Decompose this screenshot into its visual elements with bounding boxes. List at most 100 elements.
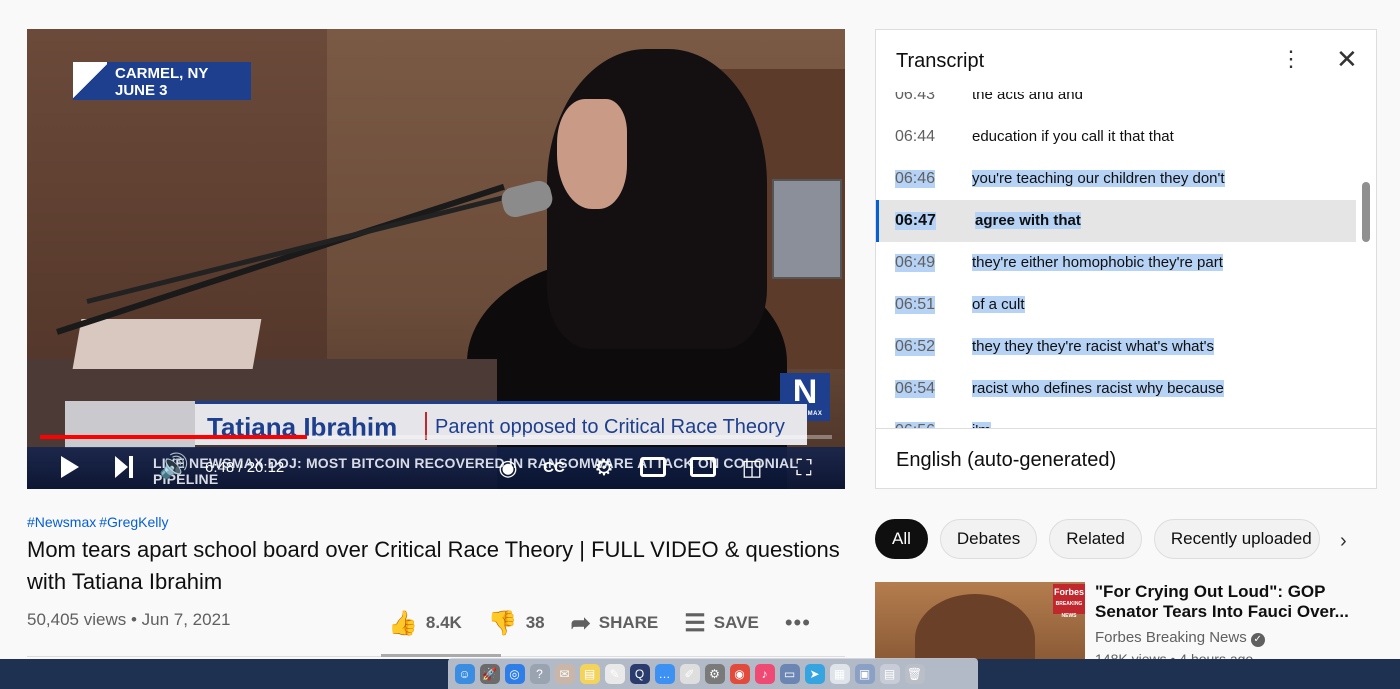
transcript-timestamp: 06:44 xyxy=(895,128,936,145)
time-current: 6:48 xyxy=(205,459,235,476)
share-button[interactable]: ➦ SHARE xyxy=(571,609,659,638)
youtube-watch-page: CARMEL, NY JUNE 3 N NEWSMAX Tatiana Ibra… xyxy=(0,0,1400,689)
transcript-timestamp: 06:51 xyxy=(895,296,936,314)
forbes-badge: Forbes BREAKING NEWS xyxy=(1053,584,1085,619)
progress-bar[interactable] xyxy=(40,435,832,439)
autoplay-icon[interactable]: ◉ xyxy=(493,453,523,483)
music-icon[interactable]: ♪ xyxy=(754,663,775,684)
transcript-row[interactable]: 06:47 agree with that xyxy=(876,200,1356,242)
recommendation-thumbnail[interactable]: Forbes BREAKING NEWS xyxy=(875,582,1085,662)
progress-played xyxy=(40,435,307,439)
transcript-list[interactable]: 06:43 the acts and and 06:44 education if y… xyxy=(876,92,1376,428)
transcript-row[interactable]: 06:52 they they they're racist what's wha… xyxy=(876,326,1356,368)
sentiment-bar xyxy=(381,654,501,657)
cast-icon[interactable]: ◫ xyxy=(737,453,767,483)
hashtag-link[interactable]: #GregKelly xyxy=(99,514,168,530)
telegram-icon[interactable]: ➤ xyxy=(804,663,825,684)
files-icon[interactable]: ▤ xyxy=(879,663,900,684)
transcript-text: racist who defines racist why because xyxy=(972,380,1224,397)
hashtag-link[interactable]: #Newsmax xyxy=(27,514,96,530)
transcript-timestamp: 06:47 xyxy=(895,212,936,230)
theater-icon[interactable] xyxy=(690,457,716,477)
transcript-scrollbar[interactable] xyxy=(1362,182,1370,242)
miniplayer-icon[interactable] xyxy=(640,457,666,477)
transcript-panel: Transcript ⋮ ✕ 06:43 the acts and and 06:4… xyxy=(875,29,1377,489)
notes-icon[interactable]: ▤ xyxy=(579,663,600,684)
more-actions-icon[interactable]: ••• xyxy=(785,610,811,636)
macos-dock: ☺ 🚀 ◎? ✉ ▤ ✎ Q… ✐ ⚙ ◉ ♪ ▭ ➤ ▦ ▣ ▤ 🗑 xyxy=(448,658,978,689)
transcript-text: education if you call it that that xyxy=(972,128,1174,145)
chevron-right-icon[interactable]: › xyxy=(1340,530,1347,553)
recommendation-channel[interactable]: Forbes Breaking News ✓ xyxy=(1095,629,1265,647)
transcript-text: they're either homophobic they're part xyxy=(972,254,1223,271)
transcript-text: agree with that xyxy=(975,212,1081,229)
transcript-title: Transcript xyxy=(896,50,985,72)
filter-chips: All Debates Related Recently uploaded xyxy=(875,519,1332,559)
transcript-text: they they they're racist what's what's xyxy=(972,338,1215,355)
video-title: Mom tears apart school board over Critic… xyxy=(27,537,840,594)
textedit-icon[interactable]: ✐ xyxy=(679,663,700,684)
transcript-row[interactable]: 06:49 they're either homophobic they're p… xyxy=(876,242,1356,284)
thumbs-down-icon: 👎 xyxy=(487,609,518,637)
like-button[interactable]: 👍 8.4K xyxy=(388,609,462,638)
help-icon[interactable]: ? xyxy=(529,663,550,684)
action-bar: 👍 8.4K 👎 38 ➦ SHARE ☰ SAVE ••• xyxy=(388,606,811,640)
trash-icon[interactable]: 🗑 xyxy=(904,663,925,684)
view-count: 50,405 views xyxy=(27,610,127,629)
kebab-menu-icon[interactable]: ⋮ xyxy=(1280,46,1302,72)
safari-icon[interactable]: ◎ xyxy=(504,663,525,684)
transcript-row[interactable]: 06:46 you're teaching our children they d… xyxy=(876,158,1356,200)
dislike-button[interactable]: 👎 38 xyxy=(488,609,545,638)
playlist-add-icon: ☰ xyxy=(684,609,706,637)
chip-all[interactable]: All xyxy=(875,519,928,559)
location-tag: CARMEL, NY JUNE 3 xyxy=(73,62,251,100)
transcript-footer: English (auto-generated) xyxy=(876,428,1376,488)
finder-icon[interactable]: ☺ xyxy=(454,663,475,684)
time-total: 20:12 xyxy=(246,459,285,476)
transcript-text: of a cult xyxy=(972,296,1025,313)
next-icon[interactable] xyxy=(115,456,135,478)
transcript-timestamp: 06:43 xyxy=(895,92,936,103)
transcript-timestamp: 06:49 xyxy=(895,254,936,272)
chip-related[interactable]: Related xyxy=(1049,519,1142,559)
transcript-row[interactable]: 06:56i'm xyxy=(876,410,1356,428)
screenshots-icon[interactable]: ▣ xyxy=(854,663,875,684)
system-prefs-icon[interactable]: ⚙ xyxy=(704,663,725,684)
transcript-row[interactable]: 06:43 the acts and and xyxy=(876,92,1356,116)
player-controls: 🔊 6:48 / 20:12 ◉ CC ⚙ ◫ ⛶ xyxy=(27,447,845,489)
launchpad-icon[interactable]: 🚀 xyxy=(479,663,500,684)
share-arrow-icon: ➦ xyxy=(570,609,591,637)
hashtags: #Newsmax #GregKelly xyxy=(27,514,172,530)
mail-icon[interactable]: ✉ xyxy=(554,663,575,684)
verified-icon: ✓ xyxy=(1250,633,1265,647)
transcript-header: Transcript ⋮ ✕ xyxy=(876,30,1376,92)
chip-recently-uploaded[interactable]: Recently uploaded xyxy=(1153,519,1320,559)
volume-icon[interactable]: 🔊 xyxy=(159,453,189,481)
play-icon[interactable] xyxy=(61,456,79,478)
quicktime-icon[interactable]: Q xyxy=(629,663,650,684)
chip-debates[interactable]: Debates xyxy=(939,519,1038,559)
captions-icon[interactable]: CC xyxy=(539,453,569,483)
chat-icon[interactable]: … xyxy=(654,663,675,684)
chrome-icon[interactable]: ◉ xyxy=(729,663,750,684)
settings-icon[interactable]: ⚙ xyxy=(589,453,619,483)
time-display: 6:48 / 20:12 xyxy=(205,459,285,476)
transcript-timestamp: 06:46 xyxy=(895,170,936,188)
transcript-timestamp: 06:52 xyxy=(895,338,936,356)
recommendation-title[interactable]: "For Crying Out Loud": GOP Senator Tears… xyxy=(1095,582,1365,622)
documents-icon[interactable]: ▦ xyxy=(829,663,850,684)
save-button[interactable]: ☰ SAVE xyxy=(684,609,759,638)
video-player[interactable]: CARMEL, NY JUNE 3 N NEWSMAX Tatiana Ibra… xyxy=(27,29,845,489)
language-selector[interactable]: English (auto-generated) xyxy=(896,449,1116,472)
messages-icon[interactable]: ✎ xyxy=(604,663,625,684)
upload-date: Jun 7, 2021 xyxy=(141,610,231,629)
transcript-row[interactable]: 06:54 racist who defines racist why becau… xyxy=(876,368,1356,410)
transcript-row[interactable]: 06:51 of a cult xyxy=(876,284,1356,326)
fullscreen-icon[interactable]: ⛶ xyxy=(789,453,819,483)
preview-icon[interactable]: ▭ xyxy=(779,663,800,684)
video-meta: 50,405 views • Jun 7, 2021 xyxy=(27,610,231,629)
close-icon[interactable]: ✕ xyxy=(1336,44,1358,75)
transcript-row[interactable]: 06:44 education if you call it that that xyxy=(876,116,1356,158)
transcript-timestamp: 06:54 xyxy=(895,380,936,398)
transcript-text: you're teaching our children they don't xyxy=(972,170,1225,187)
